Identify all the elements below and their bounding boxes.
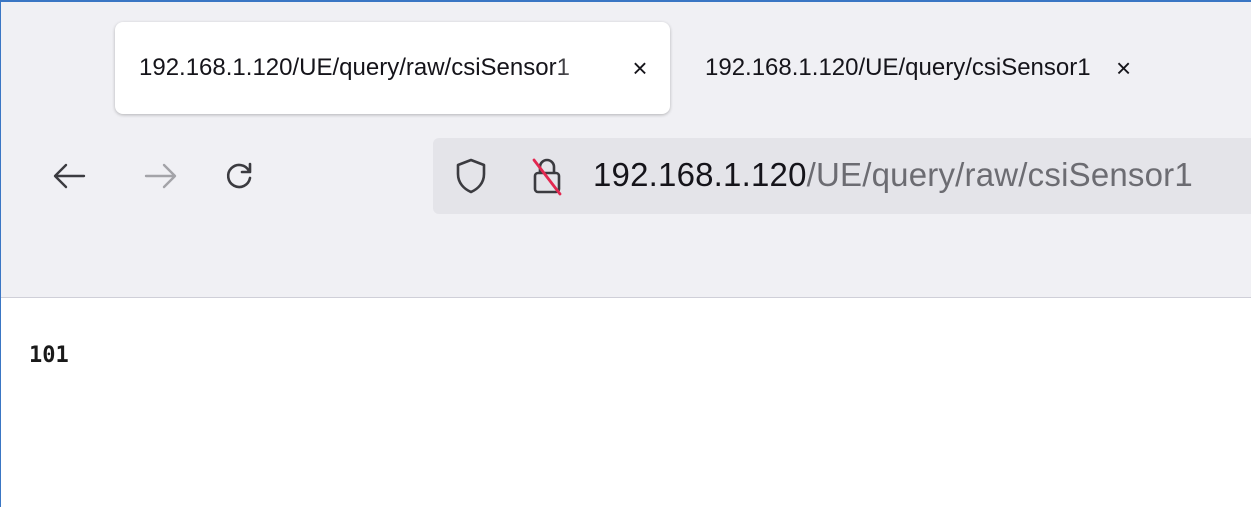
page-content: 101 bbox=[1, 299, 1251, 507]
reload-icon bbox=[226, 162, 252, 189]
arrow-left-icon bbox=[53, 163, 86, 189]
address-bar[interactable]: 192.168.1.120/UE/query/raw/csiSensor1 bbox=[433, 138, 1251, 214]
tab-title: 192.168.1.120/UE/query/csiSensor1 bbox=[705, 54, 1091, 81]
shield-icon[interactable] bbox=[455, 158, 487, 194]
tab-title: 192.168.1.120/UE/query/raw/csiSensor1 bbox=[139, 54, 570, 81]
url-path: /UE/query/raw/csiSensor1 bbox=[806, 156, 1193, 193]
arrow-right-icon bbox=[144, 163, 177, 189]
forward-button[interactable] bbox=[131, 146, 191, 206]
insecure-lock-icon[interactable] bbox=[531, 156, 563, 196]
url-text[interactable]: 192.168.1.120/UE/query/raw/csiSensor1 bbox=[593, 156, 1193, 194]
tab-raw-csisensor1[interactable]: 192.168.1.120/UE/query/raw/csiSensor1 × bbox=[115, 22, 670, 114]
navigation-toolbar: 192.168.1.120/UE/query/raw/csiSensor1 bbox=[1, 128, 1251, 228]
url-host: 192.168.1.120 bbox=[593, 156, 807, 193]
tab-csisensor1[interactable]: 192.168.1.120/UE/query/csiSensor1 × bbox=[705, 22, 1225, 114]
browser-window: 192.168.1.120/UE/query/raw/csiSensor1 × … bbox=[0, 0, 1251, 507]
tab-strip: 192.168.1.120/UE/query/raw/csiSensor1 × … bbox=[1, 2, 1251, 128]
response-body-text: 101 bbox=[29, 343, 69, 368]
tab-close-icon[interactable]: × bbox=[1109, 53, 1139, 83]
reload-button[interactable] bbox=[209, 146, 269, 206]
back-button[interactable] bbox=[39, 146, 99, 206]
tab-close-icon[interactable]: × bbox=[625, 53, 655, 83]
toolbar-spacer bbox=[1, 228, 1251, 298]
